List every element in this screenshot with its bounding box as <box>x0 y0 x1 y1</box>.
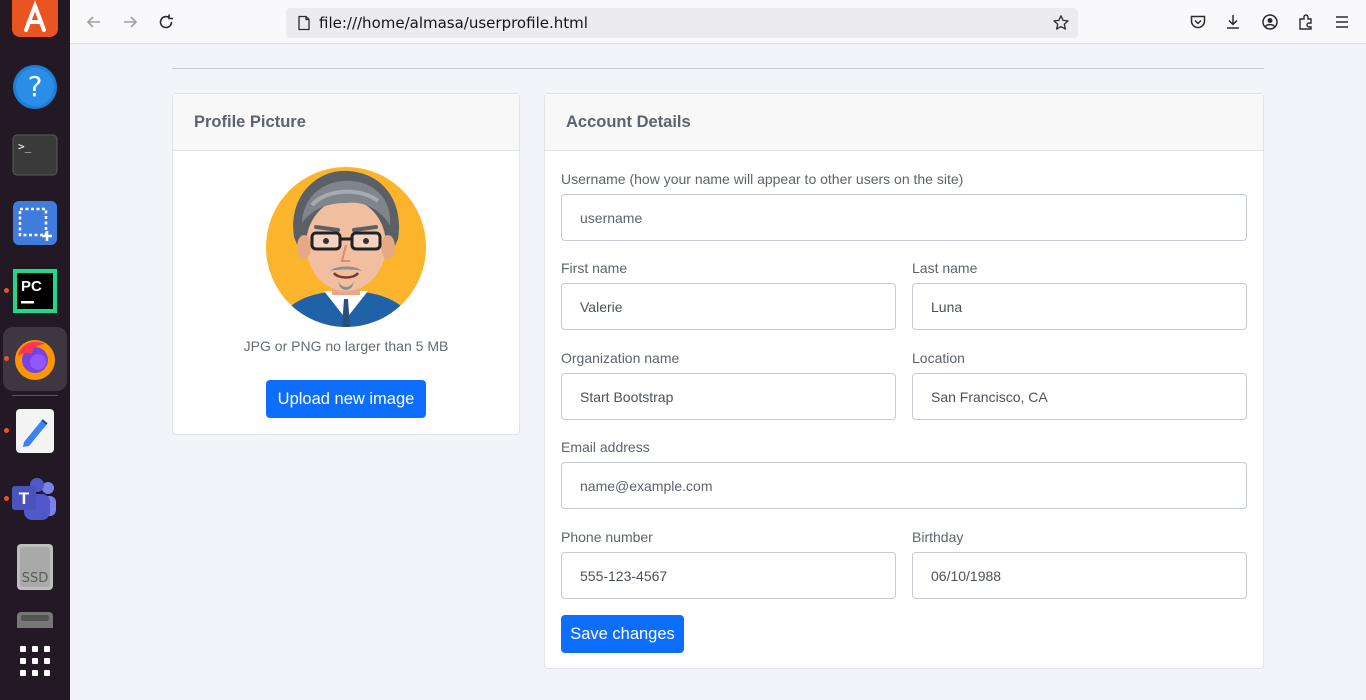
menu-icon[interactable] <box>1331 11 1353 33</box>
dock-separator <box>12 395 58 396</box>
profile-picture-card: Profile Picture JPG or PNG no larger tha… <box>172 93 520 435</box>
email-label: Email address <box>561 439 650 455</box>
last-name-input[interactable] <box>912 283 1247 330</box>
extensions-icon[interactable] <box>1295 11 1317 33</box>
last-name-label: Last name <box>912 260 978 276</box>
app-center-icon[interactable] <box>12 0 58 46</box>
page-content: Profile Picture JPG or PNG no larger tha… <box>70 44 1366 700</box>
running-indicator <box>4 428 9 433</box>
dock: ? >_ PC T SSD <box>0 0 70 700</box>
pocket-icon[interactable] <box>1187 11 1209 33</box>
location-input[interactable] <box>912 373 1247 420</box>
svg-text:SSD: SSD <box>22 571 49 586</box>
svg-text:PC: PC <box>21 278 42 295</box>
browser-toolbar: file:///home/almasa/userprofile.html <box>70 0 1366 44</box>
divider <box>172 68 1264 69</box>
downloads-icon[interactable] <box>1222 11 1244 33</box>
organization-label: Organization name <box>561 350 680 366</box>
help-icon[interactable]: ? <box>12 64 58 110</box>
email-input[interactable] <box>561 462 1247 509</box>
url-text[interactable]: file:///home/almasa/userprofile.html <box>319 14 588 32</box>
account-details-card: Account Details Username (how your name … <box>544 93 1264 669</box>
svg-text:>_: >_ <box>18 140 32 153</box>
teams-icon[interactable]: T <box>12 476 58 522</box>
birthday-label: Birthday <box>912 529 964 545</box>
pycharm-icon[interactable]: PC <box>12 268 58 314</box>
image-size-hint: JPG or PNG no larger than 5 MB <box>243 338 449 354</box>
phone-label: Phone number <box>561 529 653 545</box>
location-label: Location <box>912 350 965 366</box>
page-icon <box>298 15 310 31</box>
profile-avatar <box>266 167 426 327</box>
running-indicator <box>4 496 9 501</box>
svg-text:?: ? <box>28 70 43 103</box>
account-details-header: Account Details <box>545 94 1263 151</box>
organization-input[interactable] <box>561 373 896 420</box>
reload-icon[interactable] <box>155 11 177 33</box>
show-apps-icon[interactable] <box>12 640 58 686</box>
back-icon[interactable] <box>83 11 105 33</box>
profile-picture-header: Profile Picture <box>173 94 519 151</box>
forward-icon[interactable] <box>119 11 141 33</box>
phone-input[interactable] <box>561 552 896 599</box>
upload-image-button[interactable]: Upload new image <box>266 380 426 418</box>
save-changes-button[interactable]: Save changes <box>561 615 684 653</box>
running-indicator <box>4 288 9 293</box>
screenshot-icon[interactable] <box>12 200 58 246</box>
birthday-input[interactable] <box>912 552 1247 599</box>
terminal-icon[interactable]: >_ <box>12 132 58 178</box>
running-indicator <box>4 356 9 361</box>
first-name-label: First name <box>561 260 628 276</box>
username-input[interactable] <box>561 194 1247 241</box>
bookmark-star-icon[interactable] <box>1052 14 1070 32</box>
url-bar[interactable]: file:///home/almasa/userprofile.html <box>286 8 1078 38</box>
account-icon[interactable] <box>1259 11 1281 33</box>
ssd-drive-icon[interactable]: SSD <box>12 544 58 590</box>
firefox-icon[interactable] <box>12 336 58 382</box>
username-label: Username (how your name will appear to o… <box>561 171 964 187</box>
text-editor-icon[interactable] <box>12 408 58 454</box>
svg-text:T: T <box>19 489 30 508</box>
drive-icon[interactable] <box>12 612 58 628</box>
first-name-input[interactable] <box>561 283 896 330</box>
